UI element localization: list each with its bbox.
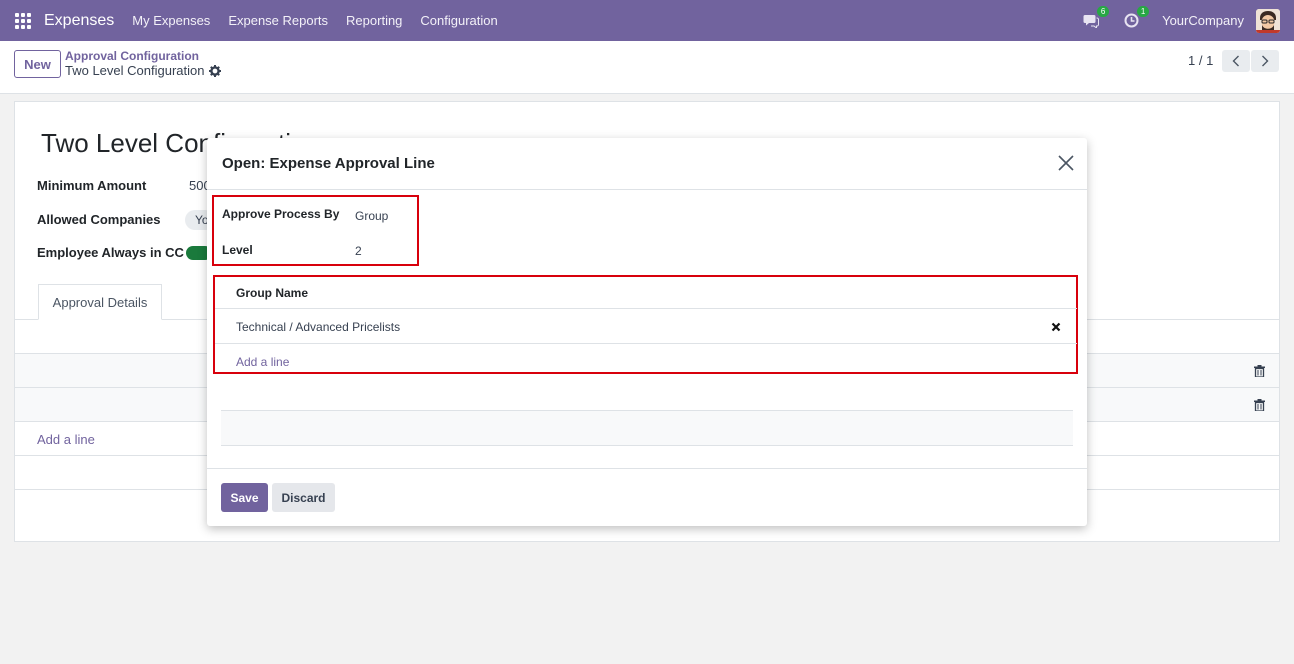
level-input[interactable]: 2 <box>355 244 362 258</box>
empty-row <box>221 411 1073 446</box>
modal-header: Open: Expense Approval Line <box>207 138 1087 190</box>
approve-process-select[interactable]: Group <box>355 209 388 223</box>
save-button[interactable]: Save <box>221 483 268 512</box>
column-group-name[interactable]: Group Name <box>236 286 308 300</box>
table-row[interactable]: Technical / Advanced Pricelists <box>215 310 1077 344</box>
list-header: Group Name <box>215 276 1077 309</box>
add-line-link[interactable]: Add a line <box>236 355 289 369</box>
level-label: Level <box>222 243 253 257</box>
expense-approval-line-dialog: Open: Expense Approval Line Approve Proc… <box>207 138 1087 526</box>
approve-process-label: Approve Process By <box>222 207 340 221</box>
add-line-row: Add a line <box>215 345 1077 379</box>
remove-icon[interactable] <box>1051 322 1061 332</box>
discard-button[interactable]: Discard <box>272 483 335 512</box>
modal-footer: Save Discard <box>207 468 1087 526</box>
modal-title: Open: Expense Approval Line <box>222 155 435 172</box>
group-name-cell[interactable]: Technical / Advanced Pricelists <box>236 320 400 334</box>
close-icon[interactable] <box>1057 154 1075 172</box>
